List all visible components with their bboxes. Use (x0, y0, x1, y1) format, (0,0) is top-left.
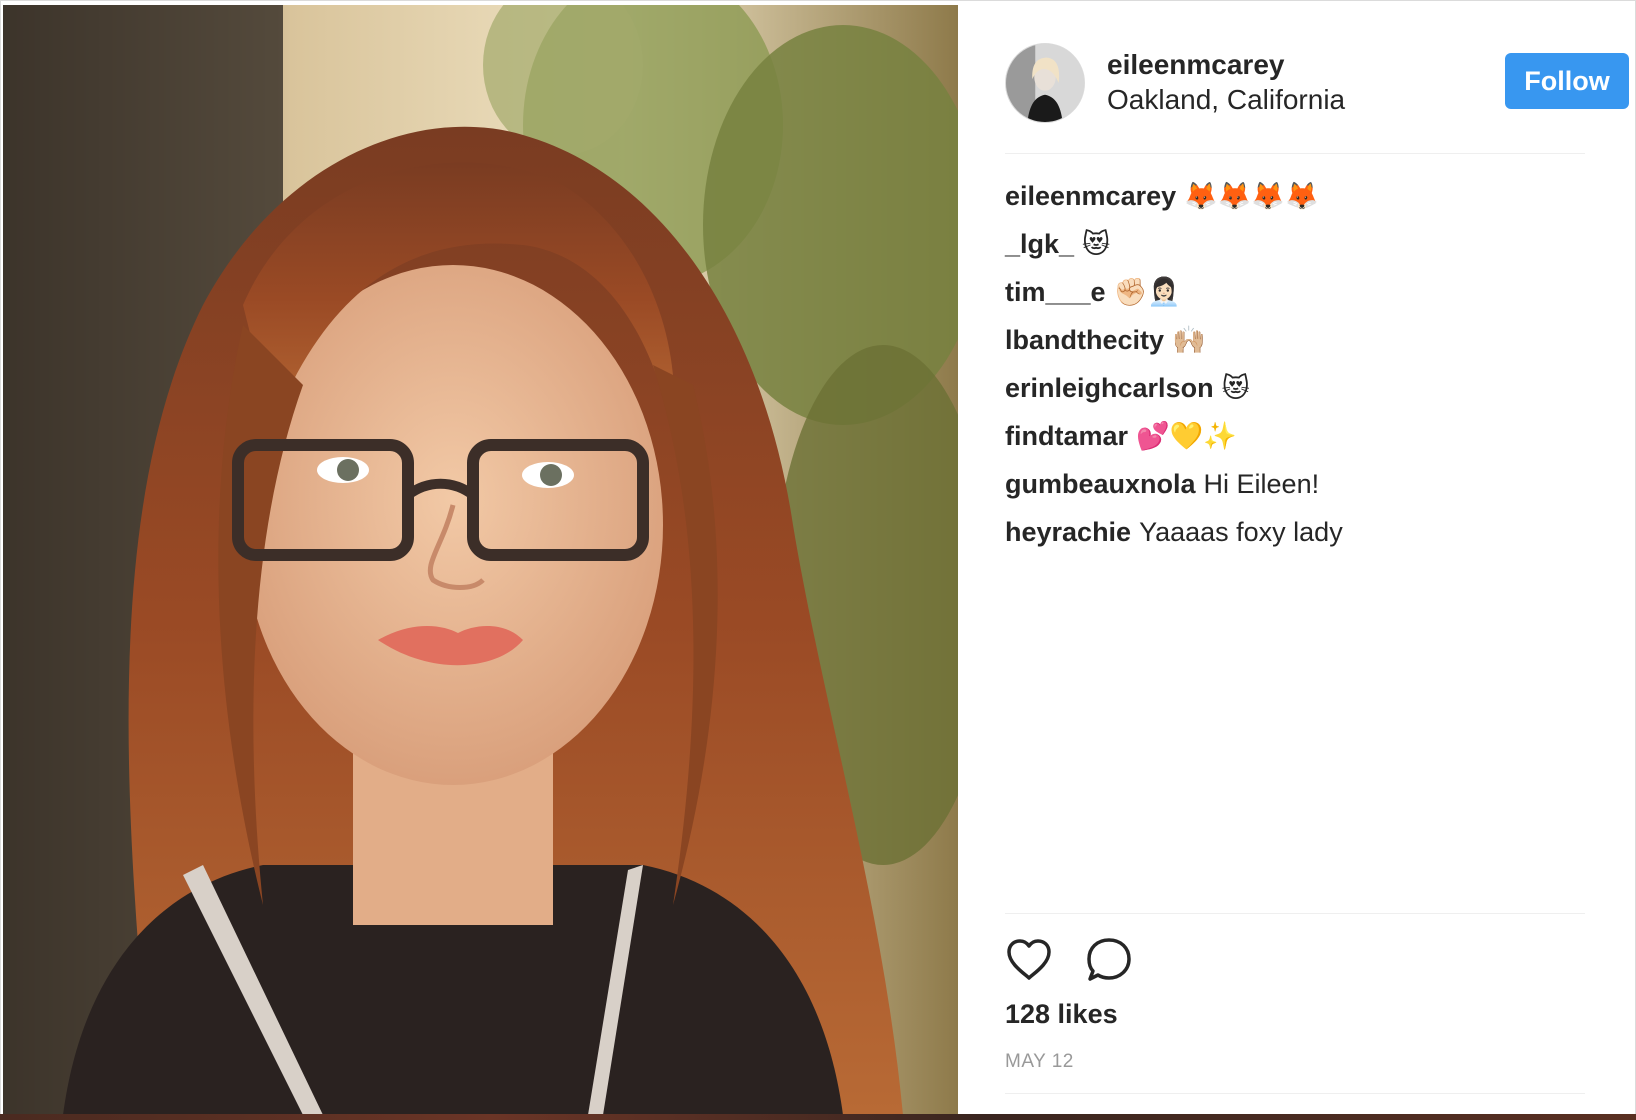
comment-username[interactable]: eileenmcarey (1005, 181, 1176, 211)
actions-divider (1005, 913, 1585, 914)
comment-item: gumbeauxnola Hi Eileen! (1005, 467, 1585, 515)
portrait-photo (3, 5, 958, 1115)
comment-username[interactable]: findtamar (1005, 421, 1128, 451)
comment-item: tim___e ✊🏻👩🏻‍💼 (1005, 275, 1585, 323)
comment-item: eileenmcarey 🦊🦊🦊🦊 (1005, 179, 1585, 227)
comment-text: Hi Eileen! (1203, 469, 1320, 499)
comment-text: Yaaaas foxy lady (1139, 517, 1343, 547)
comment-text: 💕💛✨ (1136, 421, 1237, 451)
comment-text: ✊🏻👩🏻‍💼 (1113, 277, 1181, 307)
likes-count[interactable]: 128 likes (1005, 999, 1118, 1030)
comment-item: findtamar 💕💛✨ (1005, 419, 1585, 467)
post-location[interactable]: Oakland, California (1107, 84, 1345, 116)
post-photo[interactable] (3, 5, 958, 1115)
comment-item: lbandthecity 🙌🏼 (1005, 323, 1585, 371)
comment-username[interactable]: _lgk_ (1005, 229, 1074, 259)
comment-item: erinleighcarlson 😻 (1005, 371, 1585, 419)
avatar[interactable] (1005, 43, 1085, 123)
heart-icon (1007, 939, 1051, 980)
like-button[interactable] (1005, 936, 1053, 984)
follow-button[interactable]: Follow (1505, 53, 1629, 109)
post-date[interactable]: MAY 12 (1005, 1051, 1074, 1073)
post-actions (1005, 936, 1205, 986)
comment-item: _lgk_ 😻 (1005, 227, 1585, 275)
comment-username[interactable]: gumbeauxnola (1005, 469, 1196, 499)
post-header: eileenmcarey Oakland, California Follow (1005, 41, 1629, 125)
comment-username[interactable]: erinleighcarlson (1005, 373, 1214, 403)
comment-username[interactable]: lbandthecity (1005, 325, 1164, 355)
comments-list: eileenmcarey 🦊🦊🦊🦊 _lgk_ 😻 tim___e ✊🏻👩🏻‍💼 lb… (1005, 179, 1585, 563)
comment-text: 🦊🦊🦊🦊 (1184, 181, 1319, 211)
header-divider (1005, 153, 1585, 154)
footer-divider (1005, 1093, 1585, 1094)
comment-icon (1087, 938, 1131, 981)
comment-item: heyrachie Yaaaas foxy lady (1005, 515, 1585, 563)
post-username[interactable]: eileenmcarey (1107, 49, 1284, 81)
comment-username[interactable]: heyrachie (1005, 517, 1131, 547)
comment-username[interactable]: tim___e (1005, 277, 1106, 307)
background-strip (0, 1114, 1636, 1120)
instagram-post: eileenmcarey Oakland, California Follow … (0, 0, 1636, 1116)
comment-text: 😻 (1082, 229, 1111, 259)
comment-text: 😻 (1221, 373, 1250, 403)
profile-avatar (1006, 44, 1084, 122)
comment-button[interactable] (1085, 936, 1133, 984)
comment-text: 🙌🏼 (1172, 325, 1206, 355)
post-details-panel: eileenmcarey Oakland, California Follow … (959, 1, 1635, 1115)
